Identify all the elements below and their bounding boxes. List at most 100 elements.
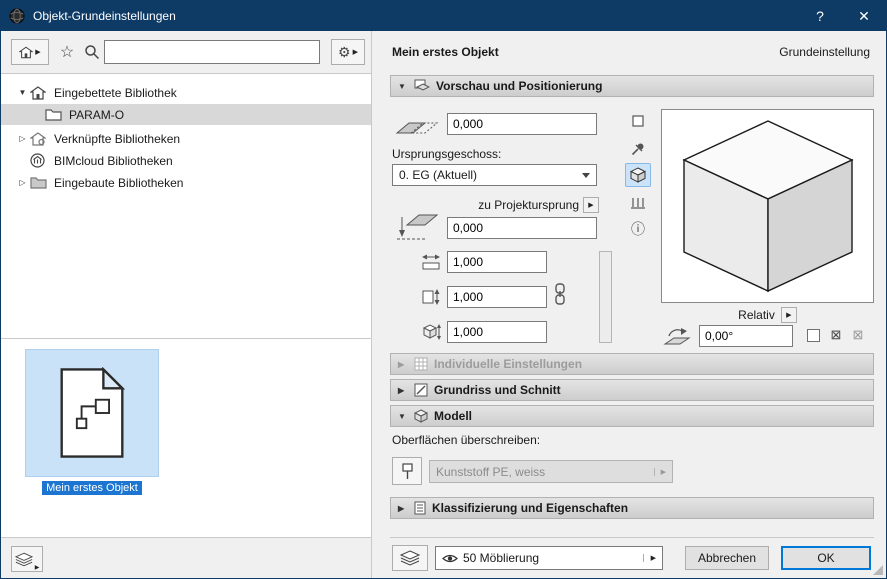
- story-elevation-icon: [395, 111, 439, 140]
- tree-item-label: Verknüpfte Bibliotheken: [54, 132, 180, 146]
- settings-gear-button[interactable]: ⚙ ▶: [331, 39, 365, 65]
- close-button[interactable]: ✕: [842, 1, 886, 31]
- collapse-arrow-icon[interactable]: ▷: [15, 134, 30, 143]
- section-expanded-icon: ▼: [398, 82, 408, 91]
- selected-object-title: Mein erstes Objekt: [392, 45, 499, 59]
- section-expanded-icon: ▼: [398, 412, 408, 421]
- favorites-star-icon[interactable]: ☆: [56, 41, 78, 63]
- relative-label: Relativ: [738, 308, 775, 322]
- relative-mode-row: Relativ ▶: [661, 307, 874, 323]
- section-collapsed-icon: ▶: [398, 386, 408, 395]
- param-o-object-icon: [56, 367, 128, 459]
- object-browser: Mein erstes Objekt: [1, 339, 371, 538]
- size-z-field[interactable]: [447, 321, 547, 343]
- embedded-library-icon: [30, 86, 49, 100]
- model-3d-view-icon[interactable]: [625, 163, 651, 187]
- surface-override-label: Oberflächen überschreiben:: [392, 433, 540, 447]
- tree-item-builtin-libraries[interactable]: ▷ Eingebaute Bibliotheken: [1, 172, 371, 193]
- to-project-origin-label[interactable]: zu Projektursprung: [392, 198, 579, 212]
- bimcloud-icon: [30, 153, 49, 168]
- tree-item-param-o[interactable]: PARAM-O: [1, 104, 371, 125]
- story-elevation-field[interactable]: [447, 113, 597, 135]
- size-z-icon: [421, 323, 441, 344]
- chevron-down-icon: [582, 173, 590, 178]
- surface-override-toggle-button[interactable]: [392, 457, 422, 485]
- chevron-corner-icon: ▶: [35, 564, 40, 571]
- popup-arrow-icon: ▶: [643, 554, 656, 562]
- settings-mode-label: Grundeinstellung: [779, 45, 870, 59]
- section-title: Vorschau und Positionierung: [436, 79, 602, 93]
- gear-icon: ⚙: [338, 44, 351, 61]
- ok-button[interactable]: OK: [781, 546, 871, 570]
- chevron-right-icon: ▶: [353, 48, 358, 56]
- classification-icon: [414, 501, 426, 515]
- floorplan-icon: [414, 383, 428, 397]
- section-collapsed-icon: ▶: [398, 360, 408, 369]
- symbol-2d-view-icon[interactable]: [625, 109, 651, 133]
- folder-icon: [45, 108, 64, 121]
- help-button[interactable]: ?: [798, 1, 842, 31]
- section-model[interactable]: ▼ Modell: [390, 405, 874, 427]
- footer-separator: [390, 537, 874, 538]
- object-thumbnail-label[interactable]: Mein erstes Objekt: [42, 481, 142, 495]
- mirror-alt-state-icon[interactable]: ⊠: [850, 327, 866, 343]
- origin-story-label: Ursprungsgeschoss:: [392, 147, 501, 161]
- popup-arrow-icon: ▶: [654, 468, 666, 476]
- chain-link-icon[interactable]: [553, 283, 567, 308]
- titlebar: Objekt-Grundeinstellungen: [1, 1, 886, 31]
- info-icon[interactable]: ⓘ: [625, 217, 651, 241]
- project-origin-popup-button[interactable]: ▶: [583, 197, 599, 213]
- expand-arrow-icon[interactable]: ▼: [15, 88, 30, 97]
- mirror-checkbox[interactable]: [807, 329, 820, 342]
- section-preview-positioning[interactable]: ▼ Vorschau und Positionierung: [390, 75, 874, 97]
- size-x-field[interactable]: [447, 251, 547, 273]
- eye-icon: [442, 553, 458, 564]
- section-title: Modell: [434, 409, 472, 423]
- section-floorplan-section[interactable]: ▶ Grundriss und Schnitt: [390, 379, 874, 401]
- section-view-icon[interactable]: [625, 191, 651, 215]
- chevron-right-icon: ▶: [35, 48, 40, 56]
- search-icon[interactable]: [81, 41, 103, 63]
- tree-item-label: Eingebaute Bibliotheken: [54, 176, 183, 190]
- layer-select[interactable]: 50 Möblierung ▶: [435, 546, 663, 570]
- search-input[interactable]: [104, 40, 320, 64]
- library-manager-button[interactable]: ▶: [11, 546, 43, 572]
- object-3d-preview[interactable]: [661, 109, 874, 303]
- layer-value: 50 Möblierung: [463, 551, 539, 565]
- resize-grip[interactable]: [873, 565, 883, 575]
- section-title: Klassifizierung und Eigenschaften: [432, 501, 628, 515]
- tree-item-label: PARAM-O: [69, 108, 124, 122]
- rotation-angle-field[interactable]: [699, 325, 793, 347]
- tree-item-embedded-library[interactable]: ▼ Eingebettete Bibliothek: [1, 82, 371, 103]
- folder-icon: [30, 176, 49, 189]
- dimension-link-bar[interactable]: [599, 251, 612, 343]
- section-individual-settings: ▶ Individuelle Einstellungen: [390, 353, 874, 375]
- object-settings-dialog: Objekt-Grundeinstellungen ? ✕ ▶ ☆ ⚙ ▶ ▼ …: [0, 0, 887, 579]
- origin-offset-field[interactable]: [447, 217, 597, 239]
- individual-settings-icon: [414, 357, 428, 371]
- pin-view-icon[interactable]: [625, 137, 651, 161]
- section-collapsed-icon: ▶: [398, 504, 408, 513]
- tree-item-label: BIMcloud Bibliotheken: [54, 154, 173, 168]
- app-icon: [9, 8, 25, 24]
- origin-story-select[interactable]: 0. EG (Aktuell): [392, 164, 597, 186]
- surface-paddle-icon: [400, 463, 414, 480]
- relative-popup-button[interactable]: ▶: [781, 307, 797, 323]
- tree-item-label: Eingebettete Bibliothek: [54, 86, 177, 100]
- mirror-state-icon[interactable]: ⊠: [828, 327, 844, 343]
- layers-icon: [15, 552, 33, 567]
- collapse-arrow-icon[interactable]: ▷: [15, 178, 30, 187]
- section-classification[interactable]: ▶ Klassifizierung und Eigenschaften: [390, 497, 874, 519]
- size-x-icon: [421, 253, 441, 274]
- library-view-toggle-button[interactable]: ▶: [11, 39, 49, 65]
- size-y-field[interactable]: [447, 286, 547, 308]
- layer-settings-button[interactable]: [392, 545, 428, 571]
- object-thumbnail[interactable]: [25, 349, 159, 477]
- tree-item-bimcloud-libraries[interactable]: BIMcloud Bibliotheken: [1, 150, 371, 171]
- cancel-button[interactable]: Abbrechen: [685, 546, 769, 570]
- origin-story-value: 0. EG (Aktuell): [399, 168, 477, 182]
- panel-divider: [371, 31, 372, 579]
- tree-item-linked-libraries[interactable]: ▷ Verknüpfte Bibliotheken: [1, 128, 371, 149]
- section-title: Grundriss und Schnitt: [434, 383, 561, 397]
- library-home-icon: [19, 46, 33, 59]
